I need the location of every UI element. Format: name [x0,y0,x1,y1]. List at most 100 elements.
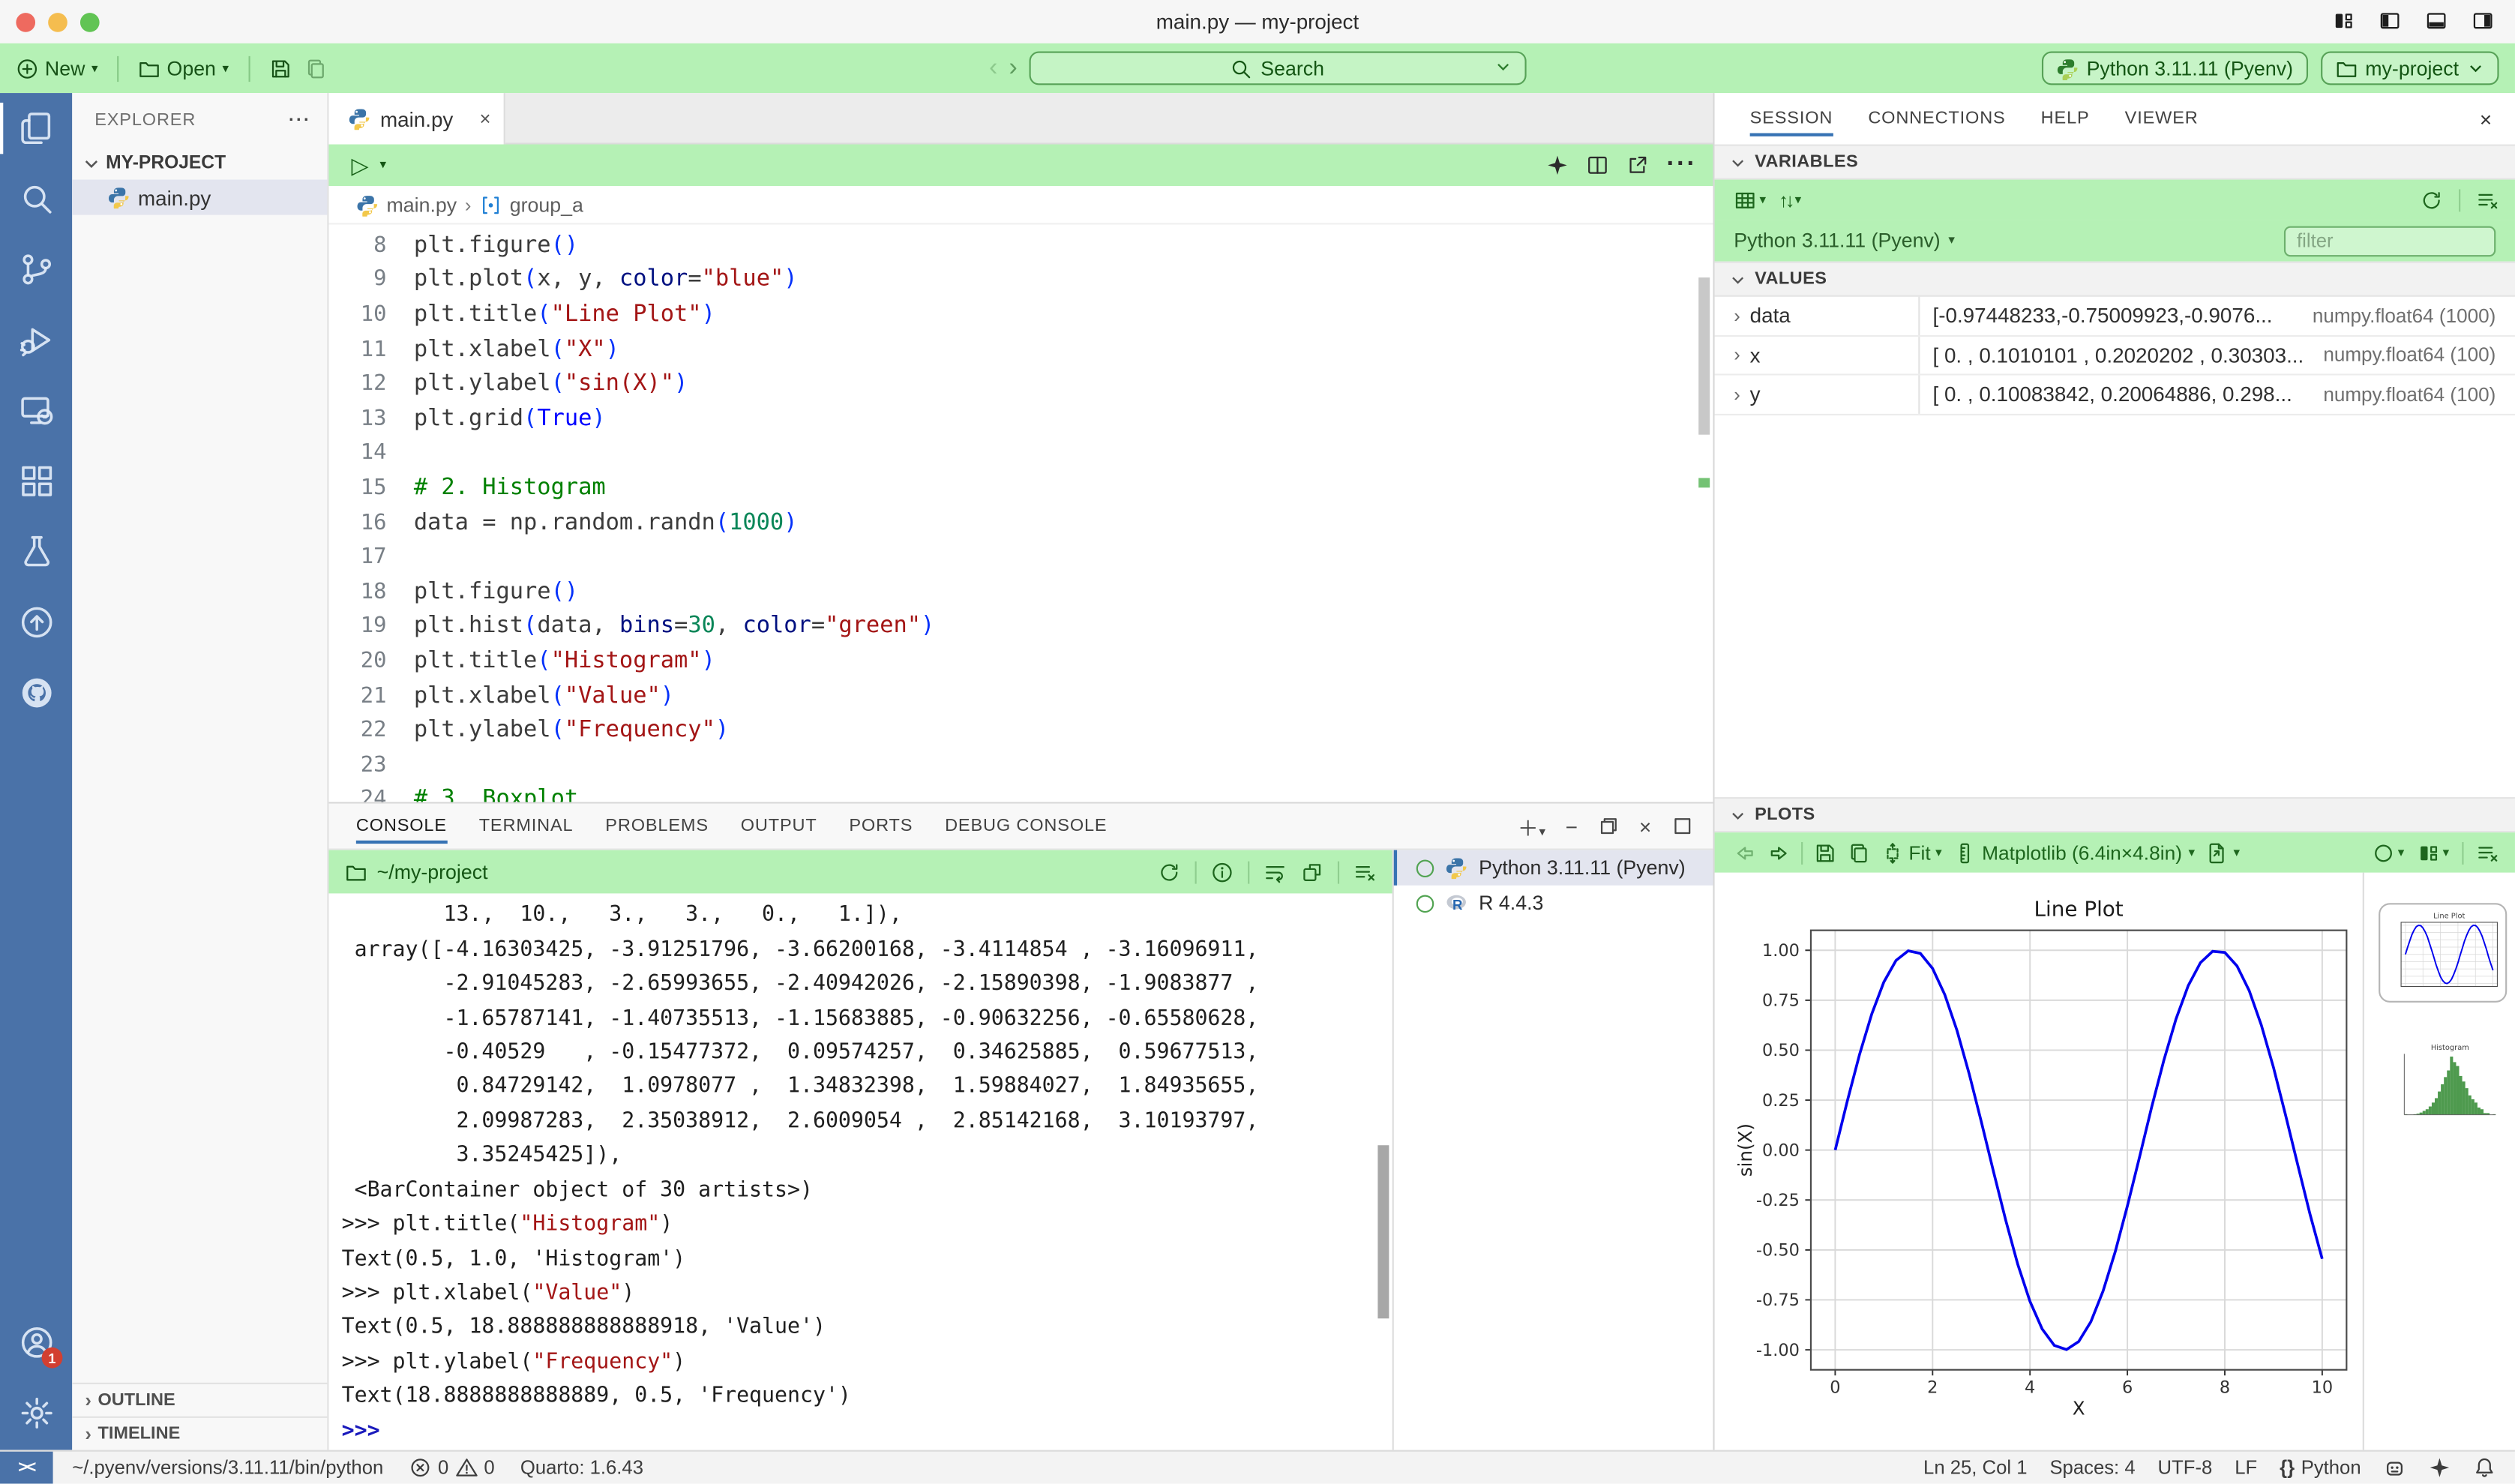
session-item-r[interactable]: RR 4.4.3 [1394,886,1713,921]
folder-row-my-project[interactable]: MY-PROJECT [72,148,327,180]
editor-more-actions-icon[interactable]: ··· [1666,151,1697,180]
plot-size-selector[interactable]: Matplotlib (6.4in×4.8in)▾ [1953,841,2195,864]
session-item-python[interactable]: Python 3.11.11 (Pyenv) [1394,850,1713,886]
toggle-panel-icon[interactable] [2424,8,2449,34]
close-window-button[interactable] [16,12,35,31]
tab-problems[interactable]: PROBLEMS [605,804,709,849]
word-wrap-icon[interactable] [1264,861,1287,883]
sidebar-item-run-debug[interactable] [0,304,72,375]
plots-section-header[interactable]: PLOTS [1715,797,2515,832]
expand-icon[interactable]: › [1734,343,1740,366]
search-input[interactable]: Search [1029,51,1526,85]
open-in-new-window-icon[interactable] [1626,154,1649,176]
ai-sparkle-icon[interactable] [1546,154,1569,176]
save-icon[interactable] [269,57,292,79]
minimize-panel-icon[interactable]: − [1566,814,1578,838]
status-encoding[interactable]: UTF-8 [2158,1456,2213,1479]
close-panel-icon[interactable]: × [1639,814,1652,838]
open-button[interactable]: Open▾ [138,57,229,79]
expand-icon[interactable]: › [1734,383,1740,406]
code-editor[interactable]: 8plt.figure()9plt.plot(x, y, color="blue… [328,224,1713,802]
close-right-panel-icon[interactable]: × [2480,106,2515,130]
sidebar-item-search[interactable] [0,163,72,234]
variables-section-header[interactable]: VARIABLES [1715,145,2515,180]
sidebar-item-remote-explorer[interactable] [0,376,72,446]
console-output[interactable]: 13., 10., 3., 3., 0., 1.]), array([-4.16… [328,893,1392,1450]
status-quarto[interactable]: Quarto: 1.6.43 [520,1456,643,1479]
console-scrollbar[interactable] [1377,1145,1389,1318]
tab-ports[interactable]: PORTS [849,804,913,849]
timeline-section[interactable]: › TIMELINE [72,1417,327,1450]
nav-back-icon[interactable]: ‹ [989,55,997,81]
copilot-icon[interactable] [2384,1456,2406,1479]
clear-variables-icon[interactable] [2477,188,2499,211]
refresh-variables-icon[interactable] [2421,188,2443,211]
sidebar-item-testing[interactable] [0,517,72,587]
plot-export-selector[interactable]: ▾ [2206,841,2240,864]
interpreter-selector[interactable]: Python 3.11.11 (Pyenv) [2042,51,2308,85]
variables-filter-input[interactable] [2284,226,2496,256]
restore-panel-icon[interactable] [1597,815,1620,838]
settings-button[interactable] [0,1378,72,1448]
remote-indicator[interactable]: >< [0,1452,53,1484]
new-button[interactable]: New▾ [16,57,97,79]
tab-debug-console[interactable]: DEBUG CONSOLE [945,804,1107,849]
variable-row-y[interactable]: ›y [ 0. , 0.10083842, 0.20064886, 0.298.… [1715,376,2515,415]
tab-console[interactable]: CONSOLE [356,804,447,849]
status-interpreter-path[interactable]: ~/.pyenv/versions/3.11.11/bin/python [72,1456,383,1479]
status-eol[interactable]: LF [2235,1456,2257,1479]
explorer-more-actions-icon[interactable]: ··· [289,111,311,130]
variables-sort-icon[interactable]: ↑↓▾ [1779,188,1801,211]
project-selector[interactable]: my-project [2320,51,2499,85]
tab-terminal[interactable]: TERMINAL [479,804,574,849]
sidebar-item-extensions[interactable] [0,446,72,517]
close-tab-icon[interactable]: × [480,107,491,130]
tab-connections[interactable]: CONNECTIONS [1868,93,2005,144]
customize-layout-icon[interactable] [2331,8,2356,34]
plot-zoom-selector[interactable]: Fit▾ [1881,841,1942,864]
nav-forward-icon[interactable]: › [1009,55,1017,81]
minimize-window-button[interactable] [48,12,67,31]
file-row-main-py[interactable]: main.py [72,180,327,215]
plot-thumbnail-histogram[interactable]: Histogram [2387,1036,2502,1129]
copy-plot-icon[interactable] [1848,841,1870,864]
tab-viewer[interactable]: VIEWER [2125,93,2199,144]
variable-row-data[interactable]: ›data [-0.97448233,-0.75009923,-0.9076..… [1715,297,2515,336]
variable-row-x[interactable]: ›x [ 0. , 0.1010101 , 0.2020202 , 0.3030… [1715,336,2515,375]
plot-shape-selector[interactable]: ▾ [2373,841,2405,864]
session-info-icon[interactable] [1211,861,1234,883]
clear-plots-icon[interactable] [2477,841,2499,864]
search-dropdown-icon[interactable] [1494,57,1512,79]
run-options-icon[interactable]: ▾ [379,159,386,172]
breadcrumb[interactable]: main.py › group_a [328,186,1713,224]
next-plot-icon[interactable] [1767,841,1790,864]
split-editor-icon[interactable] [1587,154,1609,176]
status-cursor-position[interactable]: Ln 25, Col 1 [1923,1456,2027,1479]
tab-output[interactable]: OUTPUT [741,804,817,849]
run-file-button[interactable]: ▷ [351,154,368,176]
toggle-sidebar-icon[interactable] [2377,8,2403,34]
editor-scrollbar[interactable] [1698,277,1710,435]
zoom-window-button[interactable] [80,12,100,31]
tab-main-py[interactable]: main.py × [328,93,505,144]
accounts-button[interactable]: 1 [0,1307,72,1378]
tab-session[interactable]: SESSION [1750,93,1833,144]
status-problems[interactable]: 0 0 [409,1456,494,1479]
plot-thumbnail-line[interactable]: Line Plot [2379,903,2507,1003]
new-session-button[interactable]: ＋▾ [1518,811,1546,841]
toggle-secondary-sidebar-icon[interactable] [2470,8,2496,34]
sidebar-item-explorer[interactable] [0,93,72,163]
status-indentation[interactable]: Spaces: 4 [2049,1456,2135,1479]
save-plot-icon[interactable] [1814,841,1836,864]
sparkle-icon[interactable] [2428,1456,2451,1479]
sidebar-item-github[interactable] [0,658,72,728]
maximize-panel-icon[interactable] [1671,815,1694,838]
clear-console-icon[interactable] [1353,861,1376,883]
plot-layout-selector[interactable]: ▾ [2417,841,2449,864]
tab-help[interactable]: HELP [2041,93,2090,144]
outline-section[interactable]: › OUTLINE [72,1383,327,1417]
values-section-header[interactable]: VALUES [1715,262,2515,297]
restart-session-icon[interactable] [1158,861,1180,883]
move-console-icon[interactable] [1301,861,1323,883]
sidebar-item-source-control[interactable] [0,234,72,304]
